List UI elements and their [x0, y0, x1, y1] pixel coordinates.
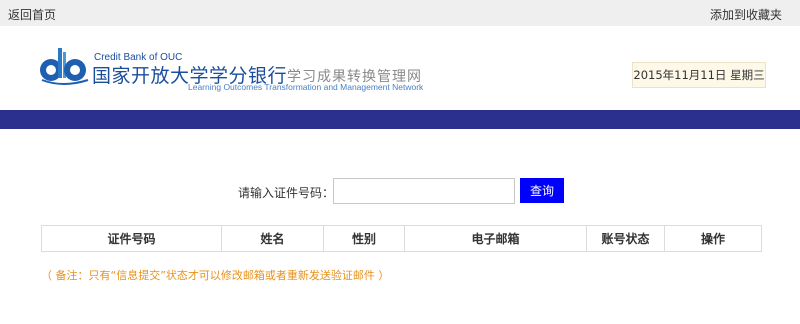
search-form: 请输入证件号码： 查询 — [0, 178, 800, 204]
results-table: 证件号码 姓名 性别 电子邮箱 账号状态 操作 — [41, 225, 762, 252]
table-header-row: 证件号码 姓名 性别 电子邮箱 账号状态 操作 — [41, 225, 762, 252]
site-subtitle-en: Learning Outcomes Transformation and Man… — [188, 82, 424, 92]
column-gender: 性别 — [323, 225, 405, 252]
column-actions: 操作 — [664, 225, 762, 252]
id-number-label: 请输入证件号码： — [238, 186, 335, 200]
id-number-input[interactable] — [333, 178, 515, 204]
column-email: 电子邮箱 — [404, 225, 587, 252]
nav-bar — [0, 110, 800, 129]
remark-note: （ 备注：只有“信息提交”状态才可以修改邮箱或者重新发送验证邮件 ） — [41, 269, 390, 282]
current-date: 2015年11月11日 星期三 — [632, 62, 766, 88]
back-home-link[interactable]: 返回首页 — [8, 6, 56, 23]
search-button[interactable]: 查询 — [520, 178, 564, 203]
column-account-status: 账号状态 — [586, 225, 665, 252]
add-favorite-link[interactable]: 添加到收藏夹 — [710, 6, 782, 23]
credit-bank-logo-icon — [40, 48, 89, 85]
column-name: 姓名 — [221, 225, 324, 252]
column-id-number: 证件号码 — [41, 225, 222, 252]
header: Credit Bank of OUC 国家开放大学学分银行 学习成果转换管理网 … — [0, 26, 800, 110]
top-bar: 返回首页 添加到收藏夹 — [0, 0, 800, 26]
